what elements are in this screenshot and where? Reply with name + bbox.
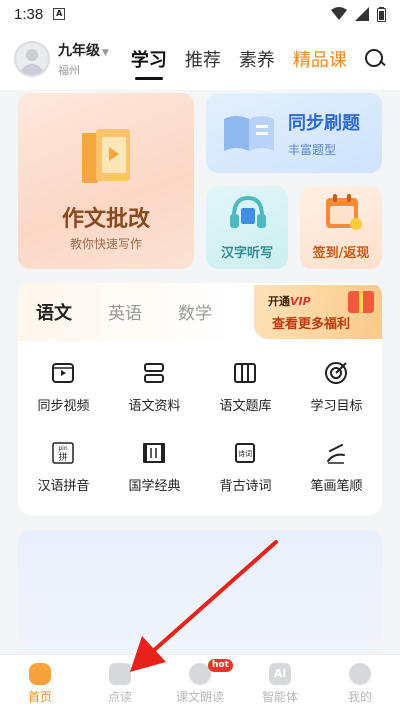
grid-item-label: 笔画笔顺 [310, 479, 363, 494]
svg-text:pin: pin [58, 445, 67, 452]
point-read-icon [109, 663, 131, 685]
nav-label: 点读 [107, 690, 132, 704]
calendar-icon [326, 194, 362, 230]
status-time: 1:38 [14, 5, 44, 23]
books-icon [234, 363, 256, 383]
dictation-card-title: 汉字听写 [220, 246, 273, 261]
top-header: 九年级 ▼ 福州 学习 推荐 素养 精品课 [0, 28, 400, 90]
grade-selector[interactable]: 九年级 ▼ 福州 [58, 40, 109, 78]
grid-item-label: 语文题库 [219, 399, 272, 414]
nav-home[interactable]: 首页 [0, 655, 80, 710]
nav-label: 我的 [347, 690, 372, 704]
vip-benefits-label: 查看更多福利 [272, 317, 351, 332]
status-bar: 1:38 A [0, 0, 400, 28]
nav-label: 首页 [27, 690, 52, 704]
sync-practice-card[interactable]: 同步刷题 丰富题型 [206, 93, 382, 173]
essay-card-subtitle: 教你快速写作 [69, 237, 142, 251]
stroke-icon [327, 444, 345, 464]
target-icon [325, 362, 347, 384]
subject-tab-chinese[interactable]: 语文 [34, 299, 74, 328]
hot-badge: hot [208, 659, 233, 672]
tab-study[interactable]: 学习 [131, 46, 167, 80]
tab-premium-course[interactable]: 精品课 [293, 46, 347, 72]
svg-text:拼: 拼 [58, 451, 67, 463]
essay-card-title: 作文批改 [61, 207, 150, 232]
grid-item-label: 学习目标 [310, 399, 363, 414]
sync-card-subtitle: 丰富题型 [288, 143, 337, 157]
nav-point-read[interactable]: 点读 [80, 655, 160, 710]
subject-panel: 语文 英语 数学 开通VIP 查看更多福利 同步视频 语文资料 语文题库 学习目… [18, 283, 382, 515]
sync-card-title: 同步刷题 [288, 113, 360, 134]
grid-item-chinese-materials[interactable]: 语文资料 [109, 353, 200, 423]
bottom-nav: 首页 点读 hot 课文朗读 Ai 智能体 我的 [0, 654, 400, 710]
subject-tabs: 语文 英语 数学 开通VIP 查看更多福利 [18, 283, 382, 341]
grid-item-label: 语文资料 [128, 399, 181, 414]
subject-tab-english[interactable]: 英语 [108, 299, 142, 324]
grid-item-stroke-order[interactable]: 笔画笔顺 [291, 433, 382, 503]
top-tabs: 学习 推荐 素养 精品课 [131, 46, 347, 80]
grid-item-study-goal[interactable]: 学习目标 [291, 353, 382, 423]
grid-item-classics[interactable]: 国学经典 [109, 433, 200, 503]
open-book-icon [224, 116, 274, 151]
video-icon [52, 363, 74, 383]
scroll-icon [143, 443, 165, 463]
svg-text:诗词: 诗词 [238, 449, 252, 458]
signin-card[interactable]: 签到/返现 [300, 186, 382, 269]
nav-agent[interactable]: Ai 智能体 [240, 655, 320, 710]
headphones-icon [230, 195, 266, 228]
pinyin-icon: pin拼 [52, 442, 74, 464]
dictation-card[interactable]: 汉字听写 [206, 186, 288, 269]
nav-text-reading[interactable]: hot 课文朗读 [160, 655, 240, 710]
book-illustration-icon [82, 129, 130, 183]
tab-literacy[interactable]: 素养 [239, 46, 275, 72]
avatar[interactable] [14, 41, 50, 77]
grade-label: 九年级 [58, 43, 100, 59]
essay-correction-card[interactable]: 作文批改 教你快速写作 [18, 93, 194, 269]
notification-indicator-icon: A [53, 8, 66, 20]
nav-mine[interactable]: 我的 [320, 655, 400, 710]
search-icon[interactable] [364, 48, 386, 70]
vip-banner[interactable]: 开通VIP 查看更多福利 [254, 285, 382, 339]
signal-icon [355, 7, 369, 21]
ai-icon: Ai [269, 663, 291, 685]
wifi-icon [331, 7, 347, 20]
subject-tab-math[interactable]: 数学 [178, 299, 212, 324]
grid-item-question-bank[interactable]: 语文题库 [200, 353, 291, 423]
promo-banner[interactable] [18, 530, 382, 670]
grid-item-ancient-poems[interactable]: 诗词 背古诗词 [200, 433, 291, 503]
smiley-icon [349, 663, 371, 685]
grid-item-label: 汉语拼音 [37, 479, 90, 494]
grid-item-pinyin[interactable]: pin 拼 汉语拼音 [18, 433, 109, 503]
caret-down-icon: ▼ [102, 48, 109, 58]
grid-item-label: 国学经典 [128, 479, 181, 494]
nav-label: 课文朗读 [175, 690, 224, 704]
grid-item-label: 同步视频 [37, 399, 90, 414]
tab-recommend[interactable]: 推荐 [185, 46, 221, 72]
gift-icon [348, 291, 374, 313]
stack-icon [144, 363, 164, 383]
home-icon [29, 663, 51, 685]
grid-item-sync-video[interactable]: 同步视频 [18, 353, 109, 423]
poem-book-icon: 诗词 [235, 443, 255, 463]
signin-card-title: 签到/返现 [312, 246, 370, 261]
vip-open-label: 开通VIP [268, 295, 311, 308]
battery-icon [377, 6, 386, 22]
nav-label: 智能体 [261, 690, 298, 704]
city-label: 福州 [58, 64, 80, 77]
grid-item-label: 背古诗词 [219, 479, 272, 494]
